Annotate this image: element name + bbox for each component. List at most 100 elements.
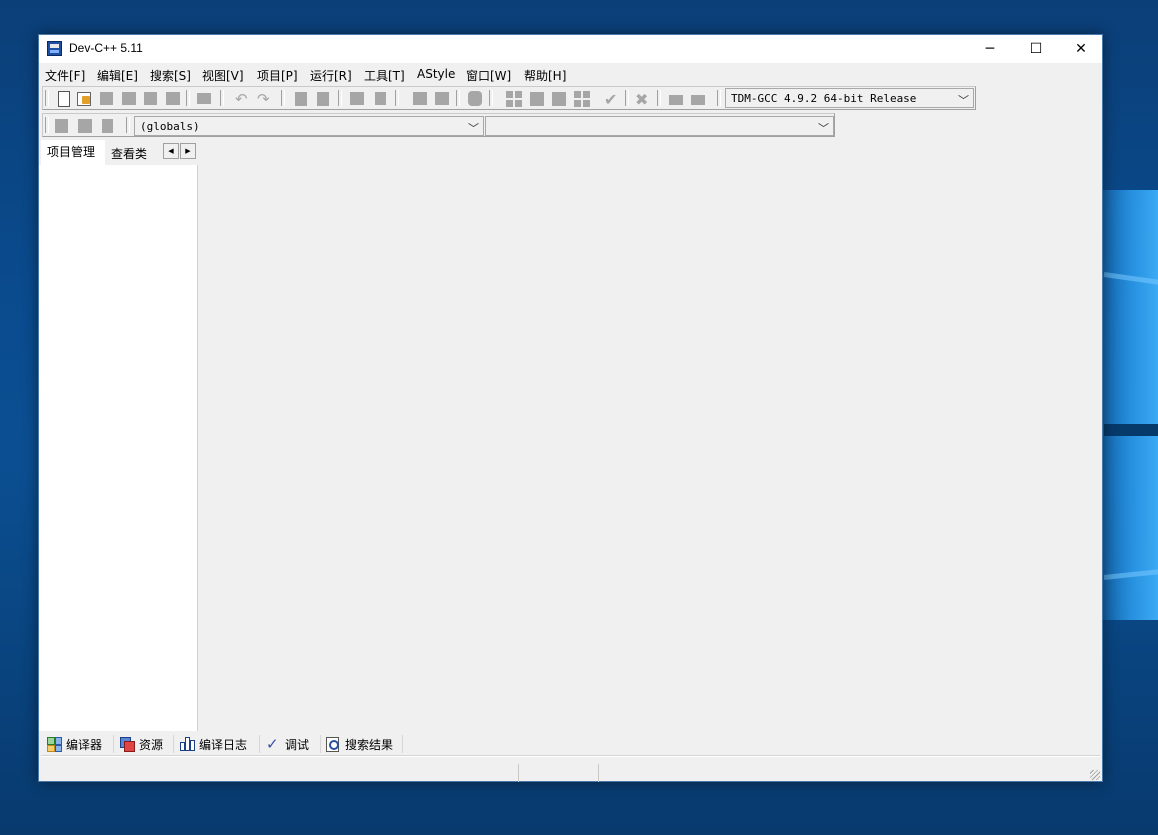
devcpp-app-icon bbox=[47, 41, 62, 56]
tab-compiler[interactable]: 编译器 bbox=[47, 734, 102, 754]
tab-compile-log[interactable]: 编译日志 bbox=[180, 734, 247, 754]
member-select[interactable]: ﹀ bbox=[485, 116, 834, 136]
minimize-icon: ─ bbox=[985, 41, 995, 57]
tab-project-manager[interactable]: 项目管理 bbox=[47, 143, 95, 163]
tab-compile-log-label: 编译日志 bbox=[199, 737, 248, 752]
toggle-bookmark-icon[interactable] bbox=[76, 117, 94, 134]
menu-run[interactable]: 运行[R] bbox=[310, 67, 352, 84]
find-next-icon[interactable] bbox=[348, 90, 366, 107]
menu-astyle[interactable]: AStyle bbox=[417, 67, 455, 81]
goto-bookmark-icon[interactable] bbox=[99, 117, 117, 134]
toolbar-grip[interactable] bbox=[45, 90, 49, 106]
menu-file[interactable]: 文件[F] bbox=[45, 67, 85, 84]
status-separator bbox=[598, 764, 599, 782]
toolbar-separator bbox=[281, 90, 285, 106]
print-icon[interactable] bbox=[195, 90, 213, 107]
project-tree-panel[interactable] bbox=[39, 165, 198, 731]
comment-icon[interactable] bbox=[466, 90, 484, 107]
toolbar-grip[interactable] bbox=[45, 117, 49, 133]
tab-separator bbox=[113, 735, 114, 753]
toolbar-separator bbox=[657, 90, 661, 106]
menu-view[interactable]: 视图[V] bbox=[202, 67, 244, 84]
tab-scroll-right-button[interactable]: ▶ bbox=[180, 143, 196, 159]
tab-search-results[interactable]: 搜索结果 bbox=[326, 734, 393, 754]
compiler-select[interactable]: TDM-GCC 4.9.2 64-bit Release ﹀ bbox=[725, 88, 974, 108]
syntax-check-icon[interactable]: ✔ bbox=[604, 90, 622, 109]
compiler-select-value: TDM-GCC 4.9.2 64-bit Release bbox=[731, 92, 917, 105]
checkmark-icon: ✓ bbox=[266, 735, 279, 753]
menu-window[interactable]: 窗口[W] bbox=[466, 67, 511, 84]
arrow-left-icon: ◀ bbox=[168, 147, 174, 155]
main-toolbar: ↶ ↷ ✔ ✖ TDM-GCC 4.9.2 64-bit Release ﹀ bbox=[42, 86, 976, 110]
tab-scroll-left-button[interactable]: ◀ bbox=[163, 143, 179, 159]
desktop-dark-band bbox=[1104, 424, 1158, 436]
scope-select-value: (globals) bbox=[140, 120, 200, 133]
editor-area[interactable] bbox=[199, 165, 1102, 731]
chevron-down-icon: ﹀ bbox=[468, 122, 479, 135]
compile-icon[interactable] bbox=[505, 90, 523, 107]
replace-icon[interactable] bbox=[315, 90, 333, 107]
status-bar bbox=[39, 762, 1102, 782]
menu-edit[interactable]: 编辑[E] bbox=[97, 67, 138, 84]
save-icon[interactable] bbox=[98, 90, 116, 107]
undo-icon[interactable]: ↶ bbox=[235, 90, 253, 108]
status-separator bbox=[518, 764, 519, 782]
tab-debug[interactable]: ✓ 调试 bbox=[266, 734, 309, 754]
redo-icon[interactable]: ↷ bbox=[257, 90, 275, 108]
toolbar-separator bbox=[338, 90, 342, 106]
tab-resources-label: 资源 bbox=[139, 737, 164, 752]
menu-bar: 文件[F] 编辑[E] 搜索[S] 视图[V] 项目[P] 运行[R] 工具[T… bbox=[39, 64, 1102, 84]
toolbar-separator bbox=[625, 90, 629, 106]
open-file-icon[interactable] bbox=[75, 90, 93, 107]
menu-tools[interactable]: 工具[T] bbox=[364, 67, 405, 84]
toolbar-separator bbox=[126, 117, 130, 133]
tab-separator bbox=[259, 735, 260, 753]
maximize-icon: ☐ bbox=[1029, 41, 1043, 57]
window-title: Dev-C++ 5.11 bbox=[69, 41, 143, 55]
tab-separator bbox=[173, 735, 174, 753]
profile-icon[interactable] bbox=[667, 90, 685, 107]
run-icon[interactable] bbox=[528, 90, 546, 107]
toolbar-separator bbox=[489, 90, 493, 106]
tab-class-browser[interactable]: 查看类 bbox=[111, 145, 147, 165]
menu-project[interactable]: 项目[P] bbox=[257, 67, 298, 84]
title-bar[interactable]: Dev-C++ 5.11 ─ ☐ ✕ bbox=[39, 35, 1102, 63]
tab-compiler-label: 编译器 bbox=[66, 737, 103, 752]
insert-icon[interactable] bbox=[53, 117, 71, 134]
arrow-right-icon: ▶ bbox=[185, 147, 191, 155]
scope-select[interactable]: (globals) ﹀ bbox=[134, 116, 484, 136]
minimize-button[interactable]: ─ bbox=[967, 35, 1013, 63]
bar-chart-icon bbox=[180, 737, 195, 751]
close-file-icon[interactable] bbox=[142, 90, 160, 107]
goto-line-icon[interactable] bbox=[370, 90, 388, 107]
find-icon[interactable] bbox=[293, 90, 311, 107]
tab-separator bbox=[402, 735, 403, 753]
panel-divider[interactable] bbox=[41, 755, 1100, 757]
chevron-down-icon: ﹀ bbox=[958, 94, 969, 107]
tab-separator bbox=[320, 735, 321, 753]
chevron-down-icon: ﹀ bbox=[818, 122, 829, 135]
tab-search-results-label: 搜索结果 bbox=[345, 737, 394, 752]
toolbar-separator bbox=[717, 90, 721, 106]
toolbar-separator bbox=[456, 90, 460, 106]
search-doc-icon bbox=[326, 737, 340, 752]
new-file-icon[interactable] bbox=[55, 90, 73, 107]
save-all-icon[interactable] bbox=[120, 90, 138, 107]
rebuild-all-icon[interactable] bbox=[573, 90, 591, 107]
menu-search[interactable]: 搜索[S] bbox=[150, 67, 191, 84]
bottom-panel-tabs: 编译器 资源 编译日志 ✓ 调试 搜索结果 bbox=[39, 732, 1102, 756]
delete-profile-icon[interactable] bbox=[689, 90, 707, 107]
compiler-grid-icon bbox=[47, 737, 62, 752]
close-button[interactable]: ✕ bbox=[1058, 35, 1104, 63]
compile-run-icon[interactable] bbox=[550, 90, 568, 107]
unindent-icon[interactable] bbox=[433, 90, 451, 107]
resize-grip-icon[interactable] bbox=[1090, 770, 1100, 780]
toolbar-separator bbox=[220, 90, 224, 106]
maximize-button[interactable]: ☐ bbox=[1013, 35, 1059, 63]
toolbar-separator bbox=[395, 90, 399, 106]
stop-icon[interactable]: ✖ bbox=[635, 90, 653, 109]
indent-icon[interactable] bbox=[411, 90, 429, 107]
menu-help[interactable]: 帮助[H] bbox=[524, 67, 566, 84]
tab-resources[interactable]: 资源 bbox=[120, 734, 163, 754]
close-all-icon[interactable] bbox=[164, 90, 182, 107]
